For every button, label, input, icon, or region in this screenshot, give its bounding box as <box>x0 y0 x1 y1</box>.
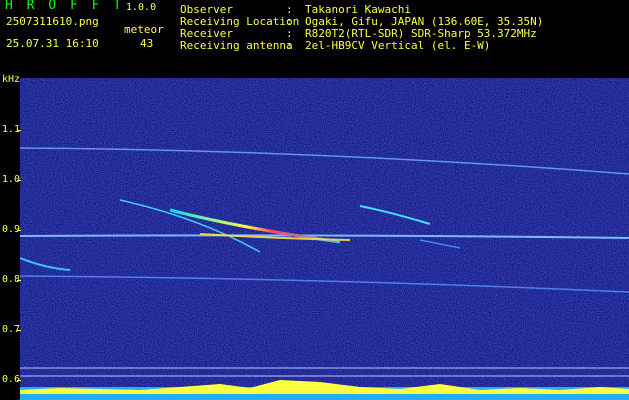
antenna-label: Receiving antenna <box>180 39 293 52</box>
app-title: H R O F F T <box>5 0 125 13</box>
y-tick-mark <box>17 230 21 231</box>
y-tick-mark <box>17 380 21 381</box>
y-unit-label: kHz <box>2 74 21 85</box>
spectrogram <box>20 78 629 400</box>
y-tick-mark <box>17 180 21 181</box>
colon: : <box>286 39 293 52</box>
y-tick-mark <box>17 130 21 131</box>
y-tick-mark <box>17 330 21 331</box>
y-tick-mark <box>17 280 21 281</box>
meteor-label: meteor <box>124 23 164 36</box>
version-label: 1.0.0 <box>126 2 157 13</box>
header: H R O F F T 1.0.0 2507311610.png meteor … <box>0 0 629 78</box>
meteor-count: 43 <box>140 37 154 50</box>
datetime-label: 25.07.31 16:10 <box>6 37 99 50</box>
filename-label: 2507311610.png <box>6 15 99 28</box>
antenna-value: 2el-HB9CV Vertical (el. E-W) <box>305 39 491 52</box>
